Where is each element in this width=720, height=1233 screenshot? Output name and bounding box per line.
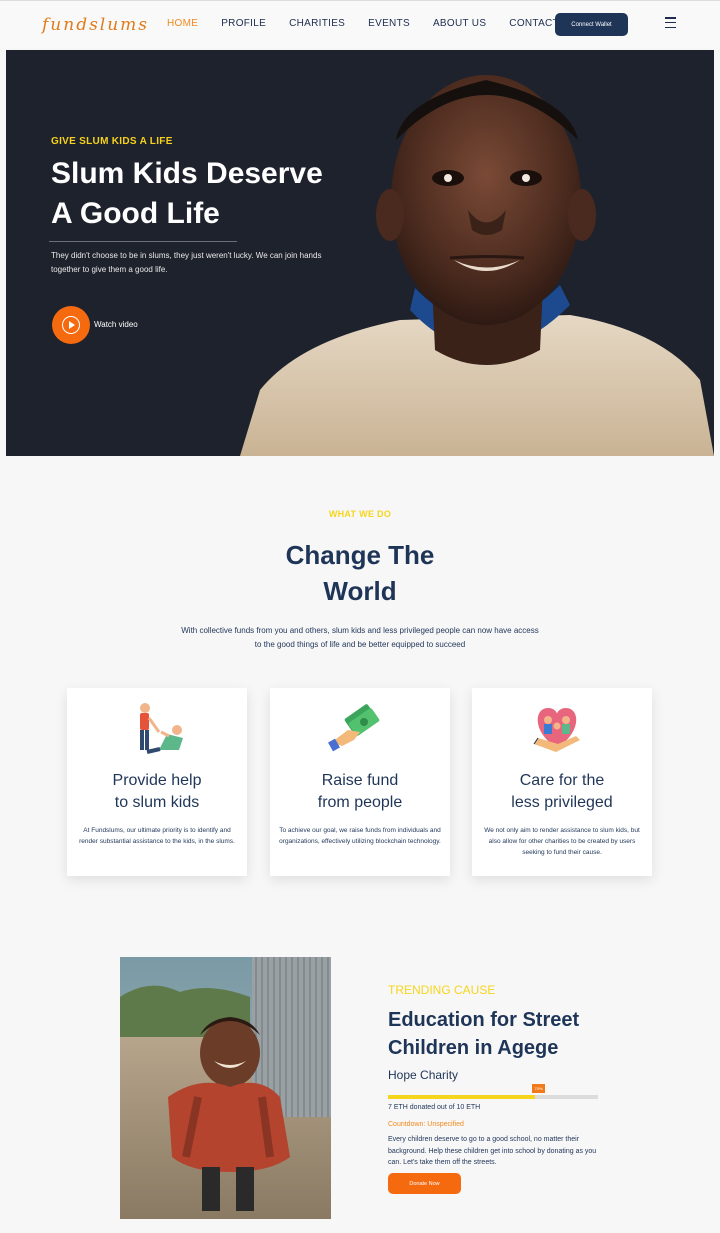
- what-we-do-title-line-2: World: [323, 576, 397, 606]
- watch-video-button[interactable]: [52, 306, 90, 344]
- hero-section: GIVE SLUM KIDS A LIFE Slum Kids Deserve …: [6, 50, 714, 456]
- countdown-text: Countdown: Unspecified: [388, 1121, 464, 1128]
- card-title-line-1: Provide help: [112, 772, 202, 789]
- trending-cause-title-line-1: Education for Street: [388, 1009, 580, 1031]
- hero-divider: [49, 241, 237, 242]
- card-title-line-2: to slum kids: [114, 794, 200, 811]
- nav-link-contact[interactable]: CONTACT: [509, 18, 559, 29]
- trending-cause-photo: [120, 957, 331, 1219]
- site-logo[interactable]: fundslums: [42, 15, 149, 35]
- progress-percent-badge: 70%: [532, 1084, 545, 1093]
- card-description: At Fundslums, our ultimate priority is t…: [79, 827, 235, 845]
- what-we-do-title: Change The World: [0, 537, 720, 609]
- charity-name: Hope Charity: [388, 1068, 459, 1082]
- nav-link-about-us[interactable]: ABOUT US: [433, 18, 486, 29]
- nav-link-home[interactable]: HOME: [167, 18, 198, 29]
- connect-wallet-button[interactable]: Connect Wallet: [555, 13, 628, 36]
- what-we-do-title-line-1: Change The: [285, 540, 435, 570]
- hamburger-icon[interactable]: [665, 17, 676, 28]
- card-title-line-1: Care for the: [519, 772, 605, 789]
- hero-portrait-image: [240, 75, 714, 456]
- card-title-line-1: Raise fund: [321, 772, 399, 789]
- trending-cause-description: Every children deserve to go to a good s…: [388, 1136, 597, 1166]
- care-heart-icon: [533, 708, 580, 752]
- donation-progress-bar: [388, 1095, 598, 1099]
- hero-eyebrow: GIVE SLUM KIDS A LIFE: [51, 136, 173, 147]
- play-icon: [62, 316, 80, 334]
- what-we-do-description: With collective funds from you and other…: [181, 626, 539, 649]
- nav-link-profile[interactable]: PROFILE: [221, 18, 266, 29]
- donation-raised-text: 7 ETH donated out of 10 ETH: [388, 1104, 481, 1111]
- card-description: We not only aim to render assistance to …: [484, 827, 640, 856]
- trending-cause-title-line-2: Children in Agege: [388, 1037, 559, 1059]
- card-title-line-2: from people: [317, 794, 403, 811]
- card-title: Provide help to slum kids: [67, 770, 247, 814]
- watch-video-label[interactable]: Watch video: [94, 320, 138, 329]
- card-title: Raise fund from people: [270, 770, 450, 814]
- top-navbar: fundslums HOME PROFILE CHARITIES EVENTS …: [0, 0, 720, 48]
- donate-now-button[interactable]: Donate Now: [388, 1173, 461, 1194]
- service-card-raise-fund: Raise fund from people To achieve our go…: [270, 688, 450, 876]
- card-title-line-2: less privileged: [511, 794, 613, 811]
- service-card-care: Care for the less privileged We not only…: [472, 688, 652, 876]
- nav-links: HOME PROFILE CHARITIES EVENTS ABOUT US C…: [167, 18, 582, 29]
- donation-progress-fill: [388, 1095, 535, 1099]
- card-title: Care for the less privileged: [472, 770, 652, 814]
- trending-cause-eyebrow: TRENDING CAUSE: [388, 983, 496, 997]
- nav-link-events[interactable]: EVENTS: [368, 18, 410, 29]
- helping-hand-icon: [140, 703, 183, 754]
- money-hand-icon: [328, 704, 380, 752]
- card-description: To achieve our goal, we raise funds from…: [279, 827, 441, 845]
- service-card-provide-help: Provide help to slum kids At Fundslums, …: [67, 688, 247, 876]
- what-we-do-eyebrow: WHAT WE DO: [328, 509, 392, 519]
- trending-cause-title[interactable]: Education for Street Children in Agege: [388, 1006, 628, 1062]
- nav-link-charities[interactable]: CHARITIES: [289, 18, 345, 29]
